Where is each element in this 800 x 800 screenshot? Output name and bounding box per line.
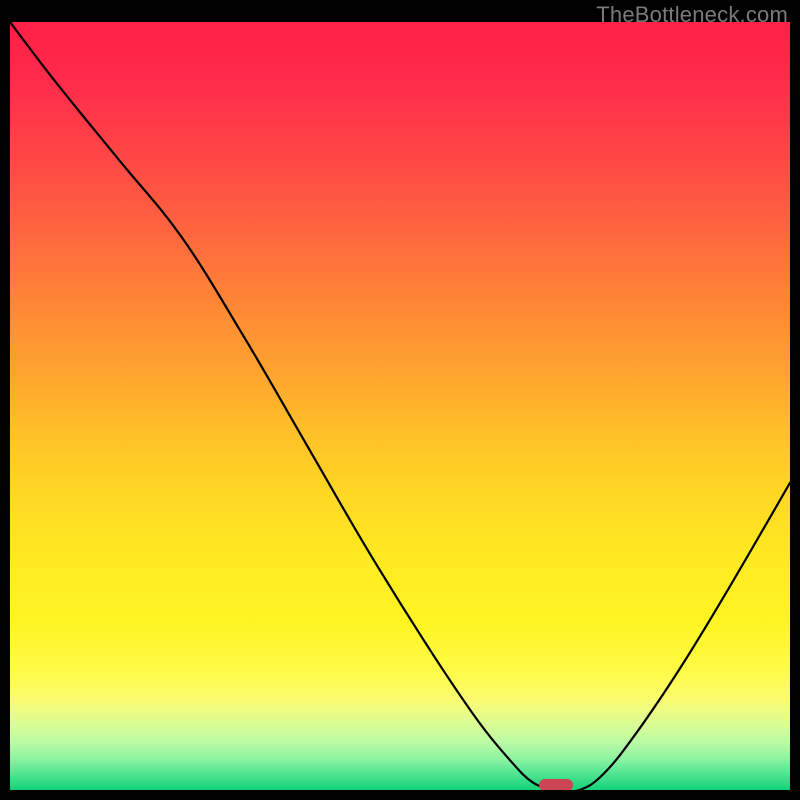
chart-frame: TheBottleneck.com (0, 0, 800, 800)
optimum-marker (539, 779, 573, 790)
bottleneck-curve-path (10, 22, 790, 790)
bottleneck-curve-svg (10, 22, 790, 790)
plot-area (10, 22, 790, 790)
